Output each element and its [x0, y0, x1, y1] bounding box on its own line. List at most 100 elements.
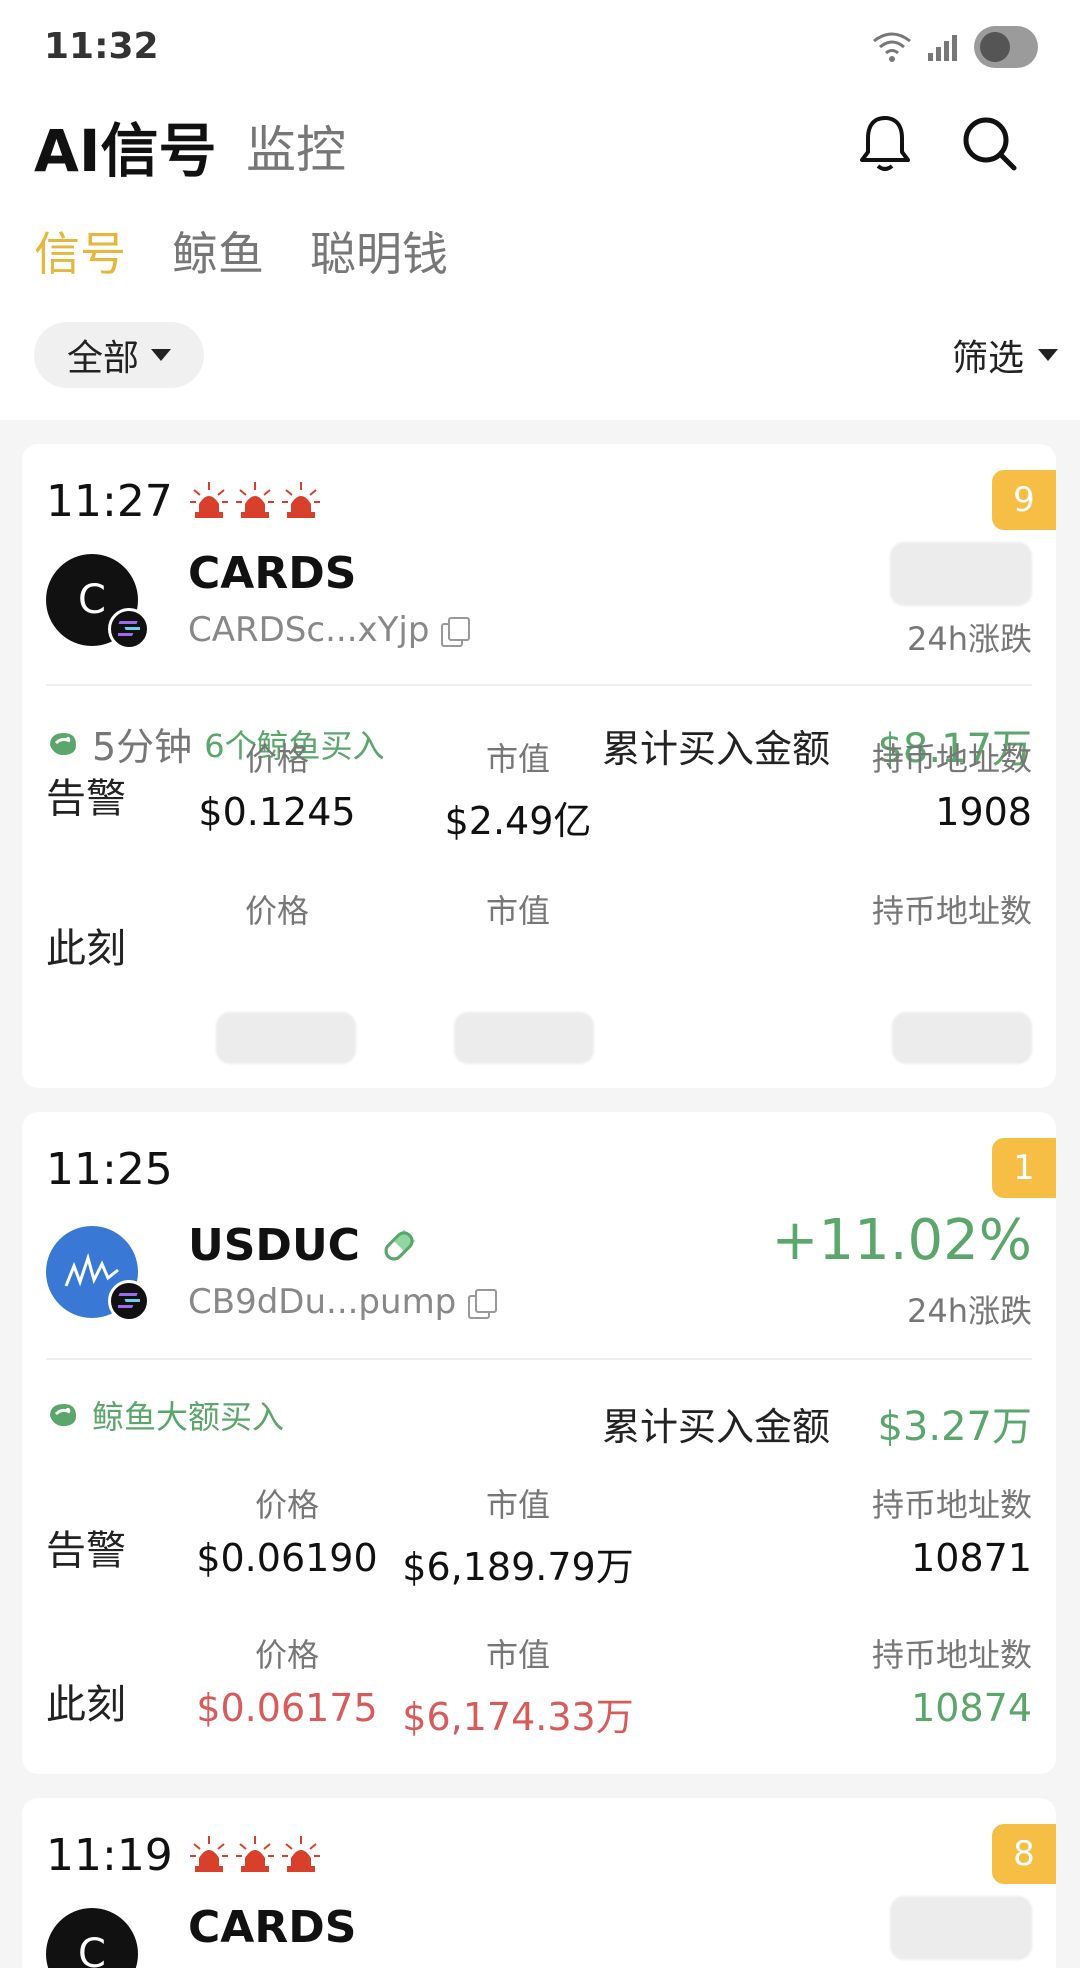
holders-value: 10874 [911, 1686, 1032, 1730]
signal-subtabs: 信号 鲸鱼 聪明钱 [0, 218, 1080, 288]
copy-icon[interactable] [468, 1289, 498, 1319]
price-header: 价格 [244, 740, 309, 778]
signal-time: 11:19 [46, 1830, 173, 1881]
siren-icon [236, 482, 274, 518]
cumulative-buy-label: 累计买入金额 [602, 1405, 831, 1449]
hidden-change-value [890, 1896, 1032, 1960]
now-price: 价格 [182, 886, 372, 932]
search-button[interactable] [956, 110, 1022, 176]
holders-header: 持币地址数 [871, 892, 1032, 930]
tab-whale[interactable]: 鲸鱼 [172, 218, 264, 284]
alert-mcap: 市值 $6,189.79万 [388, 1480, 648, 1591]
wifi-icon [873, 32, 911, 62]
mcap-header: 市值 [485, 1486, 550, 1524]
scope-dropdown[interactable]: 全部 [34, 322, 204, 388]
now-mcap: 市值 [398, 886, 638, 932]
holders-header: 持币地址数 [871, 740, 1032, 778]
filter-label: 筛选 [951, 338, 1024, 379]
alert-mcap: 市值 $2.49亿 [398, 734, 638, 845]
search-icon [963, 117, 1017, 171]
status-time: 11:32 [44, 26, 159, 67]
holders-value: 10871 [911, 1536, 1032, 1580]
signal-card[interactable]: 11:19 8 C CARDS [22, 1798, 1056, 1968]
avatar-letter: C [78, 577, 106, 623]
signal-description: 鲸鱼大额买入 [92, 1398, 285, 1436]
rank-badge: 8 [992, 1824, 1056, 1884]
monitor-tab[interactable]: 监控 [246, 110, 346, 182]
token-name-row: USDUC [188, 1220, 418, 1271]
alert-holders: 持币地址数 10871 [872, 1480, 1032, 1580]
bell-icon [860, 116, 910, 171]
signal-time: 11:27 [46, 476, 173, 527]
top-area: 11:32 AI信号 监控 信号 鲸鱼 聪明钱 全部 筛选 [0, 0, 1080, 420]
price-header: 价格 [244, 892, 309, 930]
notification-button[interactable] [852, 110, 918, 176]
alert-level [190, 482, 320, 520]
now-holders: 持币地址数 [872, 886, 1032, 932]
price-value: $0.06175 [196, 1686, 378, 1730]
address-text: CARDSc...xYjp [188, 610, 430, 650]
filter-button[interactable]: 筛选 [952, 322, 1058, 388]
price-value: $0.1245 [198, 790, 356, 834]
token-name: CARDS [188, 1902, 357, 1953]
mcap-value: $6,174.33万 [402, 1695, 634, 1739]
alert-price: 价格 $0.06190 [182, 1480, 392, 1580]
rank-badge: 1 [992, 1138, 1056, 1198]
whale-icon [50, 732, 76, 755]
signal-icon [928, 35, 957, 61]
now-holders: 持币地址数 10874 [872, 1630, 1032, 1730]
mcap-header: 市值 [485, 740, 550, 778]
siren-icon [236, 1836, 274, 1872]
solana-chain-icon [108, 608, 150, 650]
signal-card[interactable]: 11:27 9 C CARDS CARDSc...xYjp 24h涨跌 5分钟 … [22, 444, 1056, 1088]
tab-signal[interactable]: 信号 [34, 218, 126, 284]
hidden-holders [892, 1012, 1032, 1064]
mcap-value: $2.49亿 [444, 799, 592, 843]
alert-level [190, 1836, 320, 1874]
now-mcap: 市值 $6,174.33万 [388, 1630, 648, 1741]
status-icons [872, 26, 1038, 68]
divider [46, 684, 1032, 686]
alert-row-label: 告警 [46, 776, 126, 822]
now-price: 价格 $0.06175 [182, 1630, 392, 1730]
divider [46, 1358, 1032, 1360]
siren-icon [282, 1836, 320, 1872]
signal-summary: 鲸鱼大额买入 [46, 1392, 284, 1438]
price-header: 价格 [254, 1636, 319, 1674]
filter-row: 全部 筛选 [0, 322, 1080, 388]
avatar-letter: C [78, 1931, 106, 1968]
token-name: CARDS [188, 548, 357, 599]
token-name: USDUC [188, 1220, 360, 1271]
signal-time: 11:25 [46, 1144, 173, 1195]
status-bar: 11:32 [0, 0, 1080, 100]
page-title: AI信号 [34, 117, 217, 185]
mcap-header: 市值 [485, 1636, 550, 1674]
holders-header: 持币地址数 [871, 1636, 1032, 1674]
whale-icon [50, 1404, 76, 1426]
siren-icon [190, 1836, 228, 1872]
siren-icon [190, 482, 228, 518]
tab-smart-money[interactable]: 聪明钱 [310, 218, 448, 284]
price-value: $0.06190 [196, 1536, 378, 1580]
pill-icon [384, 1229, 416, 1260]
rank-badge: 9 [992, 470, 1056, 530]
mcap-header: 市值 [485, 892, 550, 930]
alert-row-label: 告警 [46, 1528, 126, 1574]
token-address: CARDSc...xYjp [188, 610, 471, 650]
copy-icon[interactable] [441, 617, 471, 647]
price-header: 价格 [254, 1486, 319, 1524]
signal-card[interactable]: 11:25 1 USDUC CB9dDu...pump +11.02% 24h涨… [22, 1112, 1056, 1774]
caret-down-icon [1038, 349, 1058, 361]
hidden-mcap [454, 1012, 594, 1064]
solana-chain-icon [108, 1280, 150, 1322]
now-row-label: 此刻 [46, 926, 126, 972]
address-text: CB9dDu...pump [188, 1282, 457, 1322]
header: AI信号 监控 [0, 100, 1080, 210]
battery-toggle-icon [974, 26, 1038, 68]
hidden-price [216, 1012, 356, 1064]
signal-duration: 5分钟 [92, 725, 193, 769]
cumulative-buy-value: $3.27万 [877, 1404, 1032, 1450]
change-label: 24h涨跌 [906, 1292, 1032, 1330]
change-label: 24h涨跌 [906, 620, 1032, 658]
scope-label: 全部 [66, 338, 139, 379]
